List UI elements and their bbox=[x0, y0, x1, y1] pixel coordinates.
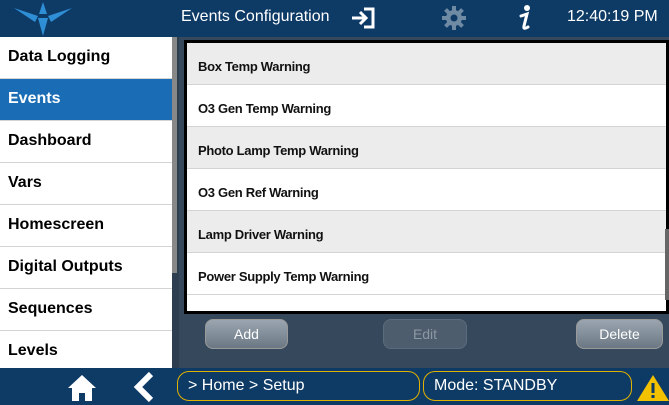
list-scrollbar-thumb[interactable] bbox=[665, 229, 669, 300]
sidebar-item-digital-outputs[interactable]: Digital Outputs bbox=[0, 247, 172, 289]
list-item[interactable]: O3 Gen Ref Warning bbox=[187, 169, 666, 211]
info-icon[interactable] bbox=[515, 4, 535, 32]
list-item[interactable]: Lamp Driver Warning bbox=[187, 211, 666, 253]
exit-icon[interactable] bbox=[350, 6, 376, 30]
list-item[interactable]: Box Temp Warning bbox=[187, 43, 666, 85]
add-button[interactable]: Add bbox=[205, 319, 288, 349]
clock: 12:40:19 PM bbox=[567, 8, 658, 25]
list-item[interactable]: Power Supply Temp Warning bbox=[187, 253, 666, 295]
sidebar-item-homescreen[interactable]: Homescreen bbox=[0, 205, 172, 247]
screen-title: Events Configuration bbox=[181, 8, 330, 25]
sidebar-item-vars[interactable]: Vars bbox=[0, 163, 172, 205]
gear-icon[interactable] bbox=[441, 5, 467, 31]
sidebar-item-dashboard[interactable]: Dashboard bbox=[0, 121, 172, 163]
sidebar: Data Logging Events Dashboard Vars Homes… bbox=[0, 37, 172, 368]
list-item[interactable]: Photo Lamp Temp Warning bbox=[187, 127, 666, 169]
sidebar-scrollbar-thumb[interactable] bbox=[172, 37, 177, 273]
breadcrumb[interactable]: > Home > Setup bbox=[177, 371, 420, 401]
sidebar-item-levels[interactable]: Levels bbox=[0, 331, 172, 368]
sidebar-item-data-logging[interactable]: Data Logging bbox=[0, 37, 172, 79]
sidebar-item-sequences[interactable]: Sequences bbox=[0, 289, 172, 331]
back-icon[interactable] bbox=[133, 372, 155, 402]
mode-status: Mode: STANDBY bbox=[423, 371, 632, 401]
edit-button[interactable]: Edit bbox=[383, 319, 467, 349]
logo bbox=[14, 2, 72, 36]
events-list: Box Temp Warning O3 Gen Temp Warning Pho… bbox=[184, 40, 669, 314]
delete-button[interactable]: Delete bbox=[576, 319, 663, 349]
sidebar-item-events[interactable]: Events bbox=[0, 79, 172, 121]
list-item[interactable]: O3 Gen Temp Warning bbox=[187, 85, 666, 127]
home-icon[interactable] bbox=[68, 374, 96, 402]
warning-icon[interactable] bbox=[636, 374, 669, 402]
